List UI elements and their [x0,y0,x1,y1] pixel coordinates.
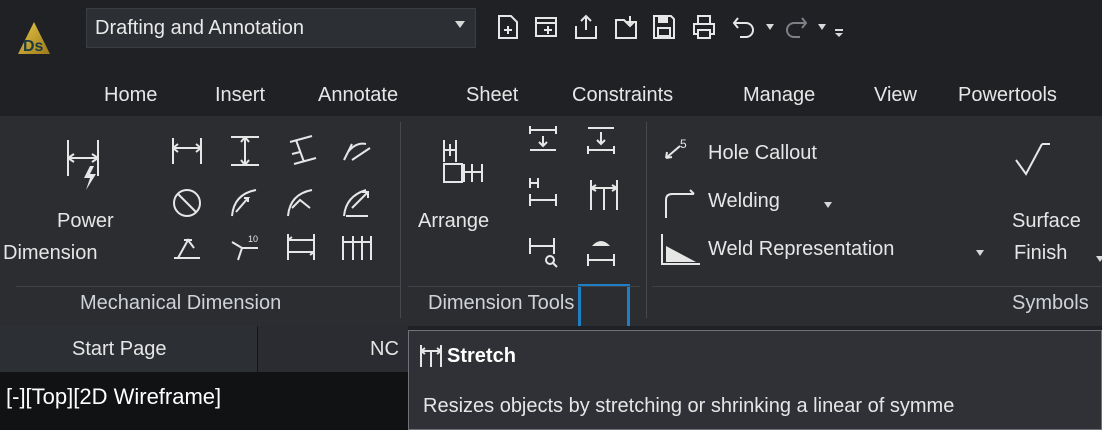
arc-length-icon[interactable] [340,186,374,220]
power-dimension-label-2[interactable]: Dimension [3,242,97,265]
drawing-tab-label: NC [370,338,399,360]
surface-finish-icon [1015,143,1050,176]
dimension-break-icon[interactable] [584,122,618,156]
tab-start-page[interactable]: Start Page [0,326,258,372]
tab-drawing[interactable]: NC [258,326,408,372]
svg-text:5: 5 [680,137,687,151]
baseline-dimension-icon[interactable] [284,230,318,264]
ordinate-dimension-icon[interactable] [170,230,204,264]
surface-finish-label-1[interactable]: Surface [1012,210,1081,233]
reassociate-dimension-icon[interactable] [584,234,618,268]
undo-icon[interactable] [730,12,758,42]
surface-finish-dropdown-icon[interactable] [1096,256,1102,262]
tab-constraints[interactable]: Constraints [572,84,673,107]
radius-dimension-icon[interactable] [228,186,262,220]
jogged-radius-icon[interactable] [284,186,318,220]
weld-representation-dropdown-icon[interactable] [976,250,984,256]
stretch-icon [420,345,442,367]
group-label-mechanical: Mechanical Dimension [80,292,282,314]
svg-text:10: 10 [248,234,258,244]
redo-icon[interactable] [782,12,810,42]
group-divider [400,122,401,318]
group-label-dimension-tools: Dimension Tools [428,292,575,314]
new-drawing-icon[interactable] [532,12,560,42]
chevron-down-icon [455,21,465,28]
tab-view[interactable]: View [874,84,917,107]
angular-dimension-icon[interactable] [340,134,374,168]
ribbon-tab-bar: Home Insert Annotate Sheet Constraints M… [0,72,1102,116]
hole-callout-label[interactable]: Hole Callout [708,142,817,165]
tab-home[interactable]: Home [104,84,157,107]
customize-icon[interactable] [832,12,846,42]
welding-dropdown-icon[interactable] [824,202,832,208]
aligned-dimension-icon[interactable] [284,134,318,168]
export-icon[interactable] [572,12,600,42]
import-icon[interactable] [612,12,640,42]
arrange-icon [443,140,483,183]
tab-powertools[interactable]: Powertools [958,84,1057,107]
group-divider [646,122,647,318]
group-label-symbols: Symbols [1012,292,1089,314]
save-icon[interactable] [650,12,678,42]
viewport-controls-label[interactable]: [-][Top][2D Wireframe] [6,384,221,410]
workspace-selector[interactable]: Drafting and Annotation [86,8,476,48]
start-page-label: Start Page [72,338,167,360]
tooltip-description: Resizes objects by stretching or shrinki… [423,395,955,417]
linear-dimension-icon[interactable] [170,134,204,168]
leader-dimension-icon[interactable]: 10 [228,230,262,264]
power-dimension-label-1[interactable]: Power [57,210,114,233]
ribbon-panel: Power Dimension 10 Mechanical Dimension … [0,116,1102,340]
weld-representation-label[interactable]: Weld Representation [708,238,894,261]
tooltip-title: Stretch [447,345,516,367]
power-dimension-icon [67,140,99,190]
stretch-icon[interactable] [588,178,622,212]
print-icon[interactable] [690,12,718,42]
surface-finish-label-2[interactable]: Finish [1014,242,1067,265]
weld-representation-icon [661,234,700,265]
continue-dimension-icon[interactable] [340,230,374,264]
tab-manage[interactable]: Manage [743,84,815,107]
workspace-label: Drafting and Annotation [95,17,305,39]
new-sheet-icon[interactable] [494,12,522,42]
welding-label[interactable]: Welding [708,190,780,213]
dimension-jog-icon[interactable] [526,174,560,208]
inspect-dimension-icon[interactable] [526,234,560,268]
vertical-dimension-icon[interactable] [228,134,262,168]
diameter-dimension-icon[interactable] [170,186,204,220]
welding-icon [665,189,695,218]
arrange-label[interactable]: Arrange [418,210,489,233]
stretch-tooltip: Stretch Resizes objects by stretching or… [408,330,1102,430]
app-logo[interactable]: Ds [14,18,54,58]
tab-annotate[interactable]: Annotate [318,84,398,107]
undo-dropdown-icon[interactable] [766,24,774,30]
tab-insert[interactable]: Insert [215,84,265,107]
hole-callout-icon: 5 [665,137,687,159]
logo-text: Ds [23,38,44,55]
dimension-space-icon[interactable] [526,122,560,156]
quick-access-toolbar: Ds Drafting and Annotation [0,0,1102,72]
redo-dropdown-icon[interactable] [818,24,826,30]
tab-sheet[interactable]: Sheet [466,84,518,107]
